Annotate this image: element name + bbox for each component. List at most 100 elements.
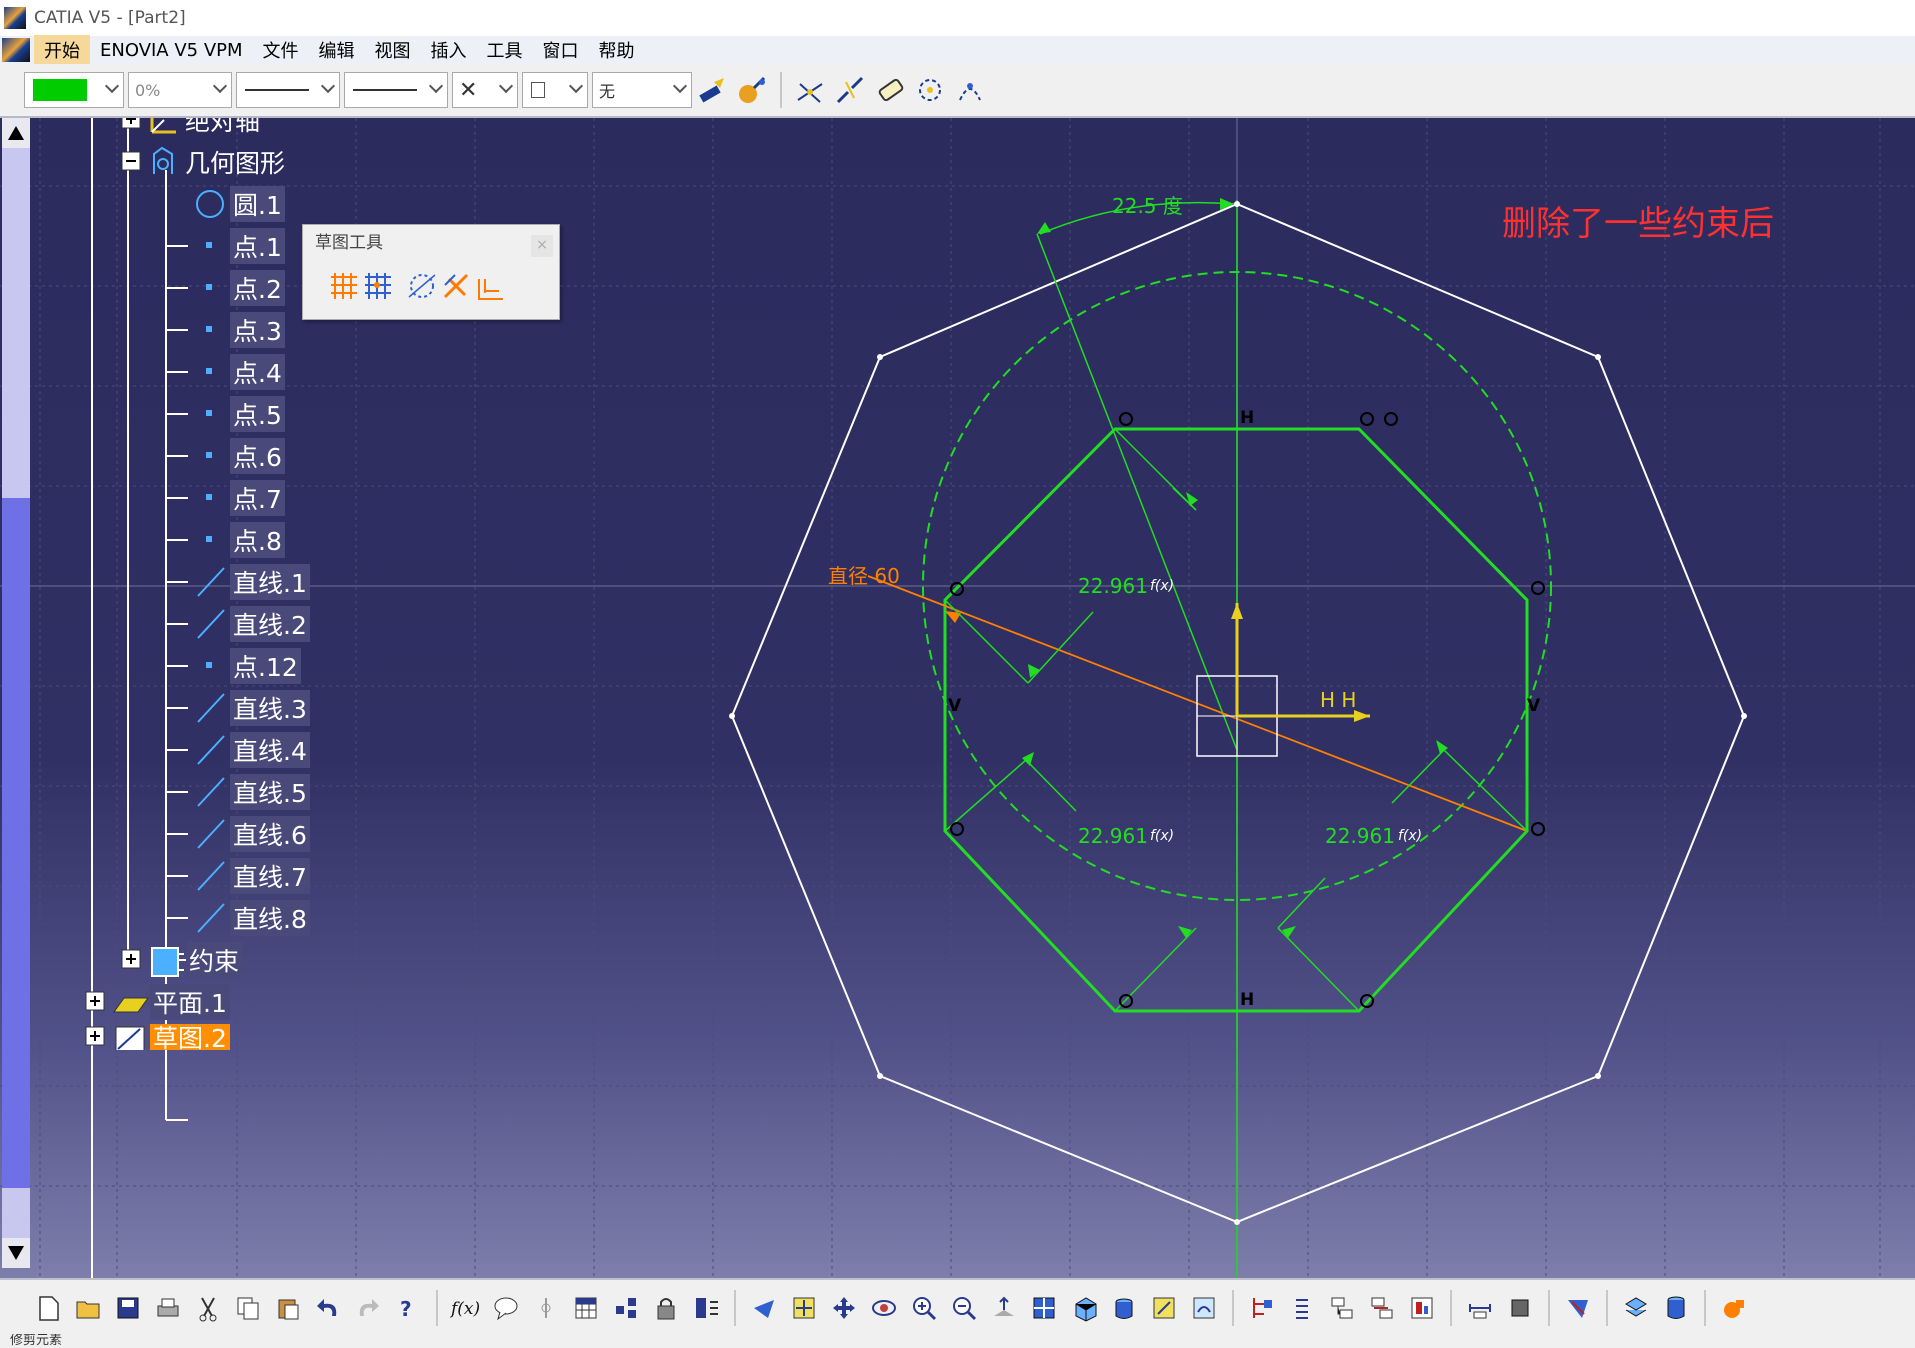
print-icon[interactable]	[152, 1292, 184, 1324]
list-icon[interactable]	[1286, 1292, 1318, 1324]
construction-element-icon[interactable]	[405, 269, 439, 303]
line-type-dropdown[interactable]	[236, 72, 340, 108]
snap-to-point-icon[interactable]	[361, 269, 395, 303]
plus-icon[interactable]	[118, 946, 146, 974]
tree-node-line[interactable]: 直线.8	[194, 898, 310, 938]
knowledge-advisor-icon[interactable]	[490, 1292, 522, 1324]
menu-tools[interactable]: 工具	[477, 35, 533, 65]
tree-node-constraints[interactable]: 约束	[118, 940, 243, 980]
redo-icon[interactable]	[352, 1292, 384, 1324]
tree-node-plane[interactable]: 平面.1	[82, 982, 230, 1022]
menu-enovia[interactable]: ENOVIA V5 VPM	[90, 38, 253, 63]
distance-dimension-left[interactable]: 22.961	[1078, 824, 1148, 848]
tree-node-line[interactable]: 直线.2	[194, 604, 310, 644]
eraser-icon[interactable]	[874, 74, 906, 106]
painter-icon[interactable]	[696, 74, 728, 106]
layer-dropdown[interactable]: 无	[592, 72, 692, 108]
cylinder-icon[interactable]	[1660, 1292, 1692, 1324]
tree-node-point[interactable]: 点.3	[194, 310, 285, 350]
equivalent-dims-icon[interactable]	[690, 1292, 722, 1324]
tree-node-point[interactable]: 点.4	[194, 352, 285, 392]
tree-node-point[interactable]: 点.2	[194, 268, 285, 308]
tree-node-line[interactable]: 直线.4	[194, 730, 310, 770]
fit-all-icon[interactable]	[788, 1292, 820, 1324]
dimensional-constraints-icon[interactable]	[473, 269, 507, 303]
tree-node-point[interactable]: 点.8	[194, 520, 285, 560]
distance-dimension-top[interactable]: 22.961	[1078, 574, 1148, 598]
minus-icon[interactable]	[118, 148, 146, 176]
tree-node-line[interactable]: 直线.1	[194, 562, 310, 602]
pan-icon[interactable]	[828, 1292, 860, 1324]
inertia-icon[interactable]	[1504, 1292, 1536, 1324]
close-icon[interactable]: ×	[531, 235, 553, 257]
normal-view-icon[interactable]	[988, 1292, 1020, 1324]
transparency-dropdown[interactable]: 0%	[128, 72, 232, 108]
shading-icon[interactable]	[1108, 1292, 1140, 1324]
trim-icon[interactable]	[794, 74, 826, 106]
graphic-properties-icon[interactable]	[736, 74, 768, 106]
distance-dimension-right[interactable]: 22.961	[1325, 824, 1395, 848]
new-file-icon[interactable]	[32, 1292, 64, 1324]
menu-start[interactable]: 开始	[34, 35, 90, 65]
layer-stack-icon[interactable]	[1620, 1292, 1652, 1324]
zoom-in-icon[interactable]	[908, 1292, 940, 1324]
menu-file[interactable]: 文件	[253, 35, 309, 65]
sketch-tools-toolbar[interactable]: 草图工具 ×	[302, 224, 560, 320]
fly-mode-icon[interactable]	[748, 1292, 780, 1324]
tree-node-point[interactable]: 点.6	[194, 436, 285, 476]
save-icon[interactable]	[112, 1292, 144, 1324]
reorder-icon[interactable]	[1366, 1292, 1398, 1324]
menu-insert[interactable]: 插入	[421, 35, 477, 65]
cut-icon[interactable]	[192, 1292, 224, 1324]
iso-view-icon[interactable]	[1068, 1292, 1100, 1324]
multi-view-icon[interactable]	[1028, 1292, 1060, 1324]
color-dropdown[interactable]	[24, 72, 124, 108]
tree-node-geometry[interactable]: 几何图形	[118, 142, 288, 182]
break-icon[interactable]	[834, 74, 866, 106]
tree-node-point[interactable]: 点.12	[194, 646, 301, 686]
catia-logo-icon[interactable]	[2, 38, 30, 62]
tree-node-line[interactable]: 直线.7	[194, 856, 310, 896]
grid-icon[interactable]	[327, 269, 361, 303]
menu-view[interactable]: 视图	[365, 35, 421, 65]
robot-icon[interactable]	[1718, 1292, 1750, 1324]
tree-node-line[interactable]: 直线.6	[194, 814, 310, 854]
tree-node-circle[interactable]: 圆.1	[194, 184, 285, 224]
help-icon[interactable]: ?	[392, 1292, 424, 1324]
formula-icon[interactable]: f(x)	[450, 1292, 482, 1324]
angle-dimension[interactable]: 22.5 度	[1112, 190, 1183, 219]
geometric-constraints-icon[interactable]	[439, 269, 473, 303]
rotate-icon[interactable]	[914, 74, 946, 106]
design-table-icon[interactable]	[570, 1292, 602, 1324]
paste-icon[interactable]	[272, 1292, 304, 1324]
copy-icon[interactable]	[232, 1292, 264, 1324]
swap-space-icon[interactable]	[1188, 1292, 1220, 1324]
sketch-canvas[interactable]: 22.5 度 直径 60 22.961 f(x) 22.961 f(x) 22.…	[0, 118, 1915, 1278]
parent-children-icon[interactable]	[1326, 1292, 1358, 1324]
tree-node-point[interactable]: 点.1	[194, 226, 285, 266]
zoom-out-icon[interactable]	[948, 1292, 980, 1324]
apply-material-icon[interactable]	[1562, 1292, 1594, 1324]
menu-window[interactable]: 窗口	[533, 35, 589, 65]
plus-icon[interactable]	[82, 988, 110, 1016]
diameter-dimension[interactable]: 直径 60	[828, 560, 900, 589]
analysis-icon[interactable]	[1406, 1292, 1438, 1324]
measure-icon[interactable]	[1464, 1292, 1496, 1324]
tree-expand-icon[interactable]	[1246, 1292, 1278, 1324]
law-icon[interactable]	[530, 1292, 562, 1324]
rotate-view-icon[interactable]	[868, 1292, 900, 1324]
tree-node-line[interactable]: 直线.3	[194, 688, 310, 728]
menu-edit[interactable]: 编辑	[309, 35, 365, 65]
line-weight-dropdown[interactable]	[344, 72, 448, 108]
tree-node-absolute-axis[interactable]: 绝对轴	[118, 118, 263, 140]
menu-help[interactable]: 帮助	[589, 35, 645, 65]
tree-node-point[interactable]: 点.5	[194, 394, 285, 434]
instantiate-icon[interactable]	[610, 1292, 642, 1324]
hide-show-icon[interactable]	[1148, 1292, 1180, 1324]
tree-node-point[interactable]: 点.7	[194, 478, 285, 518]
layer-filter-dropdown[interactable]	[522, 72, 588, 108]
symmetry-icon[interactable]	[954, 74, 986, 106]
tree-node-line[interactable]: 直线.5	[194, 772, 310, 812]
tree-node-sketch[interactable]: 草图.2	[82, 1024, 230, 1050]
open-folder-icon[interactable]	[72, 1292, 104, 1324]
